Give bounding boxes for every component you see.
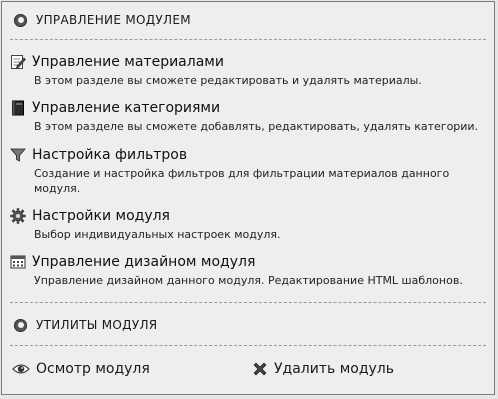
design-management-link[interactable]: Управление дизайном модуля — [32, 254, 255, 270]
menu-item-module-settings: Настройки модуля Выбор индивидуальных на… — [10, 206, 484, 242]
design-management-description: Управление дизайном данного модуля. Реда… — [34, 274, 463, 287]
gear-icon — [10, 208, 26, 224]
manage-categories-description: В этом разделе вы сможете добавлять, ред… — [34, 120, 479, 133]
module-settings-description: Выбор индивидуальных настроек модуля. — [34, 228, 281, 241]
divider — [10, 345, 486, 346]
module-management-title: УПРАВЛЕНИЕ МОДУЛЕМ — [36, 13, 191, 27]
module-management-header: УПРАВЛЕНИЕ МОДУЛЕМ — [14, 9, 191, 31]
utilities-header: УТИЛИТЫ МОДУЛЯ — [14, 314, 157, 336]
manage-categories-link[interactable]: Управление категориями — [32, 100, 220, 116]
menu-item-filters: Настройка фильтров Создание и настройка … — [10, 145, 484, 196]
view-module-label: Осмотр модуля — [36, 361, 150, 377]
filter-icon — [10, 147, 26, 163]
menu-item-materials: Управление материалами В этом разделе вы… — [10, 52, 484, 88]
view-module-button[interactable]: Осмотр модуля — [12, 359, 150, 379]
bullet-icon — [14, 318, 27, 332]
utilities-title: УТИЛИТЫ МОДУЛЯ — [36, 318, 158, 332]
module-settings-link[interactable]: Настройки модуля — [32, 208, 170, 224]
book-icon — [10, 100, 26, 116]
manage-materials-description: В этом разделе вы сможете редактировать … — [34, 74, 422, 87]
manage-materials-link[interactable]: Управление материалами — [32, 54, 224, 70]
divider — [10, 302, 486, 303]
divider — [10, 39, 486, 40]
menu-item-categories: Управление категориями В этом разделе вы… — [10, 98, 484, 134]
menu-item-design: Управление дизайном модуля Управление ди… — [10, 252, 484, 288]
close-icon — [252, 361, 268, 377]
eye-icon — [12, 361, 30, 377]
filter-settings-link[interactable]: Настройка фильтров — [32, 147, 187, 163]
filter-settings-description: Создание и настройка фильтров для фильтр… — [34, 167, 450, 195]
edit-document-icon — [10, 54, 26, 70]
layout-grid-icon — [10, 254, 26, 270]
delete-module-label: Удалить модуль — [274, 361, 394, 377]
module-panel: УПРАВЛЕНИЕ МОДУЛЕМ Управление материалам… — [1, 1, 495, 395]
bullet-icon — [14, 13, 27, 27]
delete-module-button[interactable]: Удалить модуль — [252, 359, 394, 379]
